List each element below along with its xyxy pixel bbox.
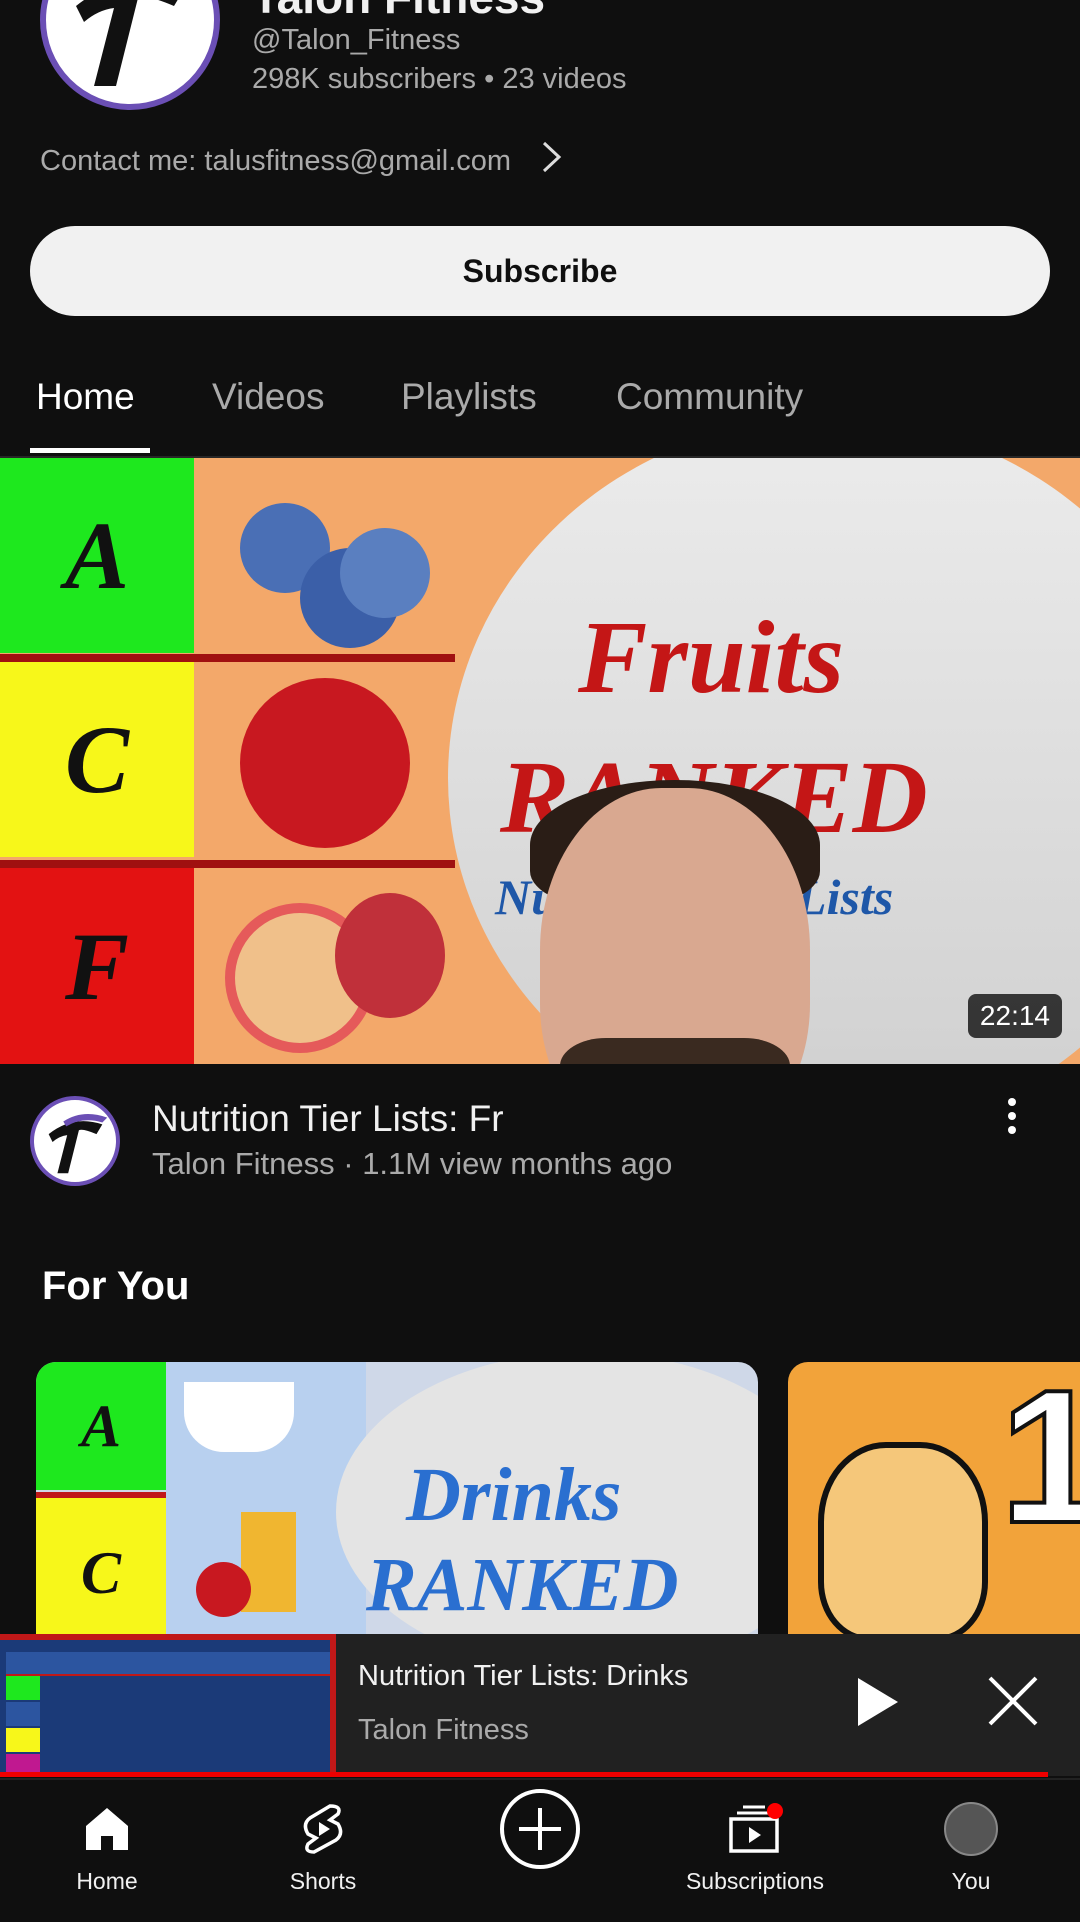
nav-you[interactable]: You bbox=[881, 1794, 1061, 1895]
mini-player-thumbnail[interactable] bbox=[0, 1634, 336, 1776]
nav-label: You bbox=[951, 1868, 991, 1894]
tab-playlists[interactable]: Playlists bbox=[401, 376, 537, 418]
nav-label: Home bbox=[76, 1868, 138, 1894]
apple-image bbox=[240, 678, 410, 848]
create-icon bbox=[450, 1789, 630, 1869]
channel-name: Talon Fitness bbox=[252, 0, 545, 24]
subscriptions-icon bbox=[665, 1794, 845, 1864]
chevron-right-icon bbox=[541, 140, 563, 183]
contact-text: Contact me: talusfitness@gmail.com bbox=[40, 145, 512, 177]
channel-description-link[interactable]: Contact me: talusfitness@gmail.com bbox=[40, 140, 563, 183]
tier-divider bbox=[0, 654, 455, 662]
more-options-icon[interactable] bbox=[1006, 1096, 1018, 1146]
ginger-image bbox=[818, 1442, 988, 1642]
tier-divider bbox=[0, 860, 455, 868]
channel-avatar-small[interactable] bbox=[30, 1096, 120, 1186]
talon-logo-icon bbox=[48, 1113, 108, 1174]
featured-video-thumbnail[interactable]: A C F Fruits RANKED Nutrition Tier Lists… bbox=[0, 458, 1080, 1064]
nav-label: Shorts bbox=[289, 1868, 357, 1894]
tier-label-a: A bbox=[36, 1362, 166, 1490]
coffee-cup-image bbox=[184, 1382, 294, 1452]
tier-swatch bbox=[6, 1676, 40, 1700]
for-you-card[interactable]: A C Drinks RANKED bbox=[36, 1362, 758, 1642]
featured-video-meta[interactable]: Nutrition Tier Lists: Fr Talon Fitness ·… bbox=[0, 1090, 1080, 1200]
video-subtitle: Talon Fitness · 1.1M view months ago bbox=[152, 1146, 673, 1181]
play-icon[interactable] bbox=[846, 1672, 906, 1732]
channel-tabs: Home Videos Playlists Community bbox=[0, 360, 1080, 458]
nav-label: Subscriptions bbox=[685, 1868, 825, 1894]
talon-logo-icon bbox=[76, 0, 178, 86]
tier-row bbox=[6, 1652, 332, 1676]
channel-handle: @Talon_Fitness bbox=[252, 24, 461, 56]
tab-community[interactable]: Community bbox=[616, 376, 803, 418]
home-icon bbox=[17, 1794, 197, 1864]
video-title[interactable]: Nutrition Tier Lists: Fr bbox=[152, 1098, 504, 1140]
mini-player-title[interactable]: Nutrition Tier Lists: Drinks bbox=[358, 1660, 688, 1693]
tier-label-c: C bbox=[36, 1498, 166, 1642]
tier-label-c: C bbox=[0, 662, 194, 857]
tier-label-a: A bbox=[0, 458, 194, 653]
thumb-headline-2: RANKED bbox=[366, 1543, 679, 1627]
section-title: For You bbox=[42, 1264, 190, 1308]
tier-divider bbox=[0, 1634, 336, 1640]
presenter-face bbox=[540, 788, 810, 1064]
for-you-card[interactable]: 1 bbox=[788, 1362, 1080, 1642]
subscribe-button[interactable]: Subscribe bbox=[30, 226, 1050, 316]
tier-swatch bbox=[6, 1728, 40, 1752]
nav-create[interactable] bbox=[450, 1789, 630, 1869]
tier-label-f: F bbox=[0, 868, 194, 1064]
shorts-icon bbox=[233, 1794, 413, 1864]
presenter-beard bbox=[560, 1038, 790, 1064]
tab-home[interactable]: Home bbox=[36, 376, 135, 418]
thumb-headline-1: Drinks bbox=[406, 1453, 622, 1537]
tier-swatch bbox=[6, 1702, 40, 1726]
peach-image bbox=[335, 893, 445, 1018]
blueberry-image bbox=[340, 528, 430, 618]
nav-home[interactable]: Home bbox=[17, 1794, 197, 1895]
channel-stats: 298K subscribers • 23 videos bbox=[252, 63, 627, 95]
thumb-headline: 1 bbox=[998, 1362, 1080, 1565]
thumb-headline-1: Fruits bbox=[578, 600, 844, 715]
apple-image bbox=[196, 1562, 251, 1617]
mini-player[interactable]: Nutrition Tier Lists: Drinks Talon Fitne… bbox=[0, 1634, 1080, 1776]
nav-subscriptions[interactable]: Subscriptions bbox=[665, 1794, 845, 1895]
mini-player-channel: Talon Fitness bbox=[358, 1714, 529, 1746]
tab-videos[interactable]: Videos bbox=[212, 376, 324, 418]
active-tab-indicator bbox=[30, 448, 150, 453]
close-icon[interactable] bbox=[982, 1670, 1044, 1732]
channel-avatar[interactable] bbox=[40, 0, 220, 110]
bottom-navigation: Home Shorts Subscriptions You bbox=[0, 1778, 1080, 1922]
mini-player-progress-bar[interactable] bbox=[0, 1772, 1048, 1777]
tier-divider bbox=[330, 1634, 336, 1776]
video-duration-badge: 22:14 bbox=[967, 994, 1062, 1038]
you-avatar bbox=[881, 1794, 1061, 1864]
nav-shorts[interactable]: Shorts bbox=[233, 1794, 413, 1895]
